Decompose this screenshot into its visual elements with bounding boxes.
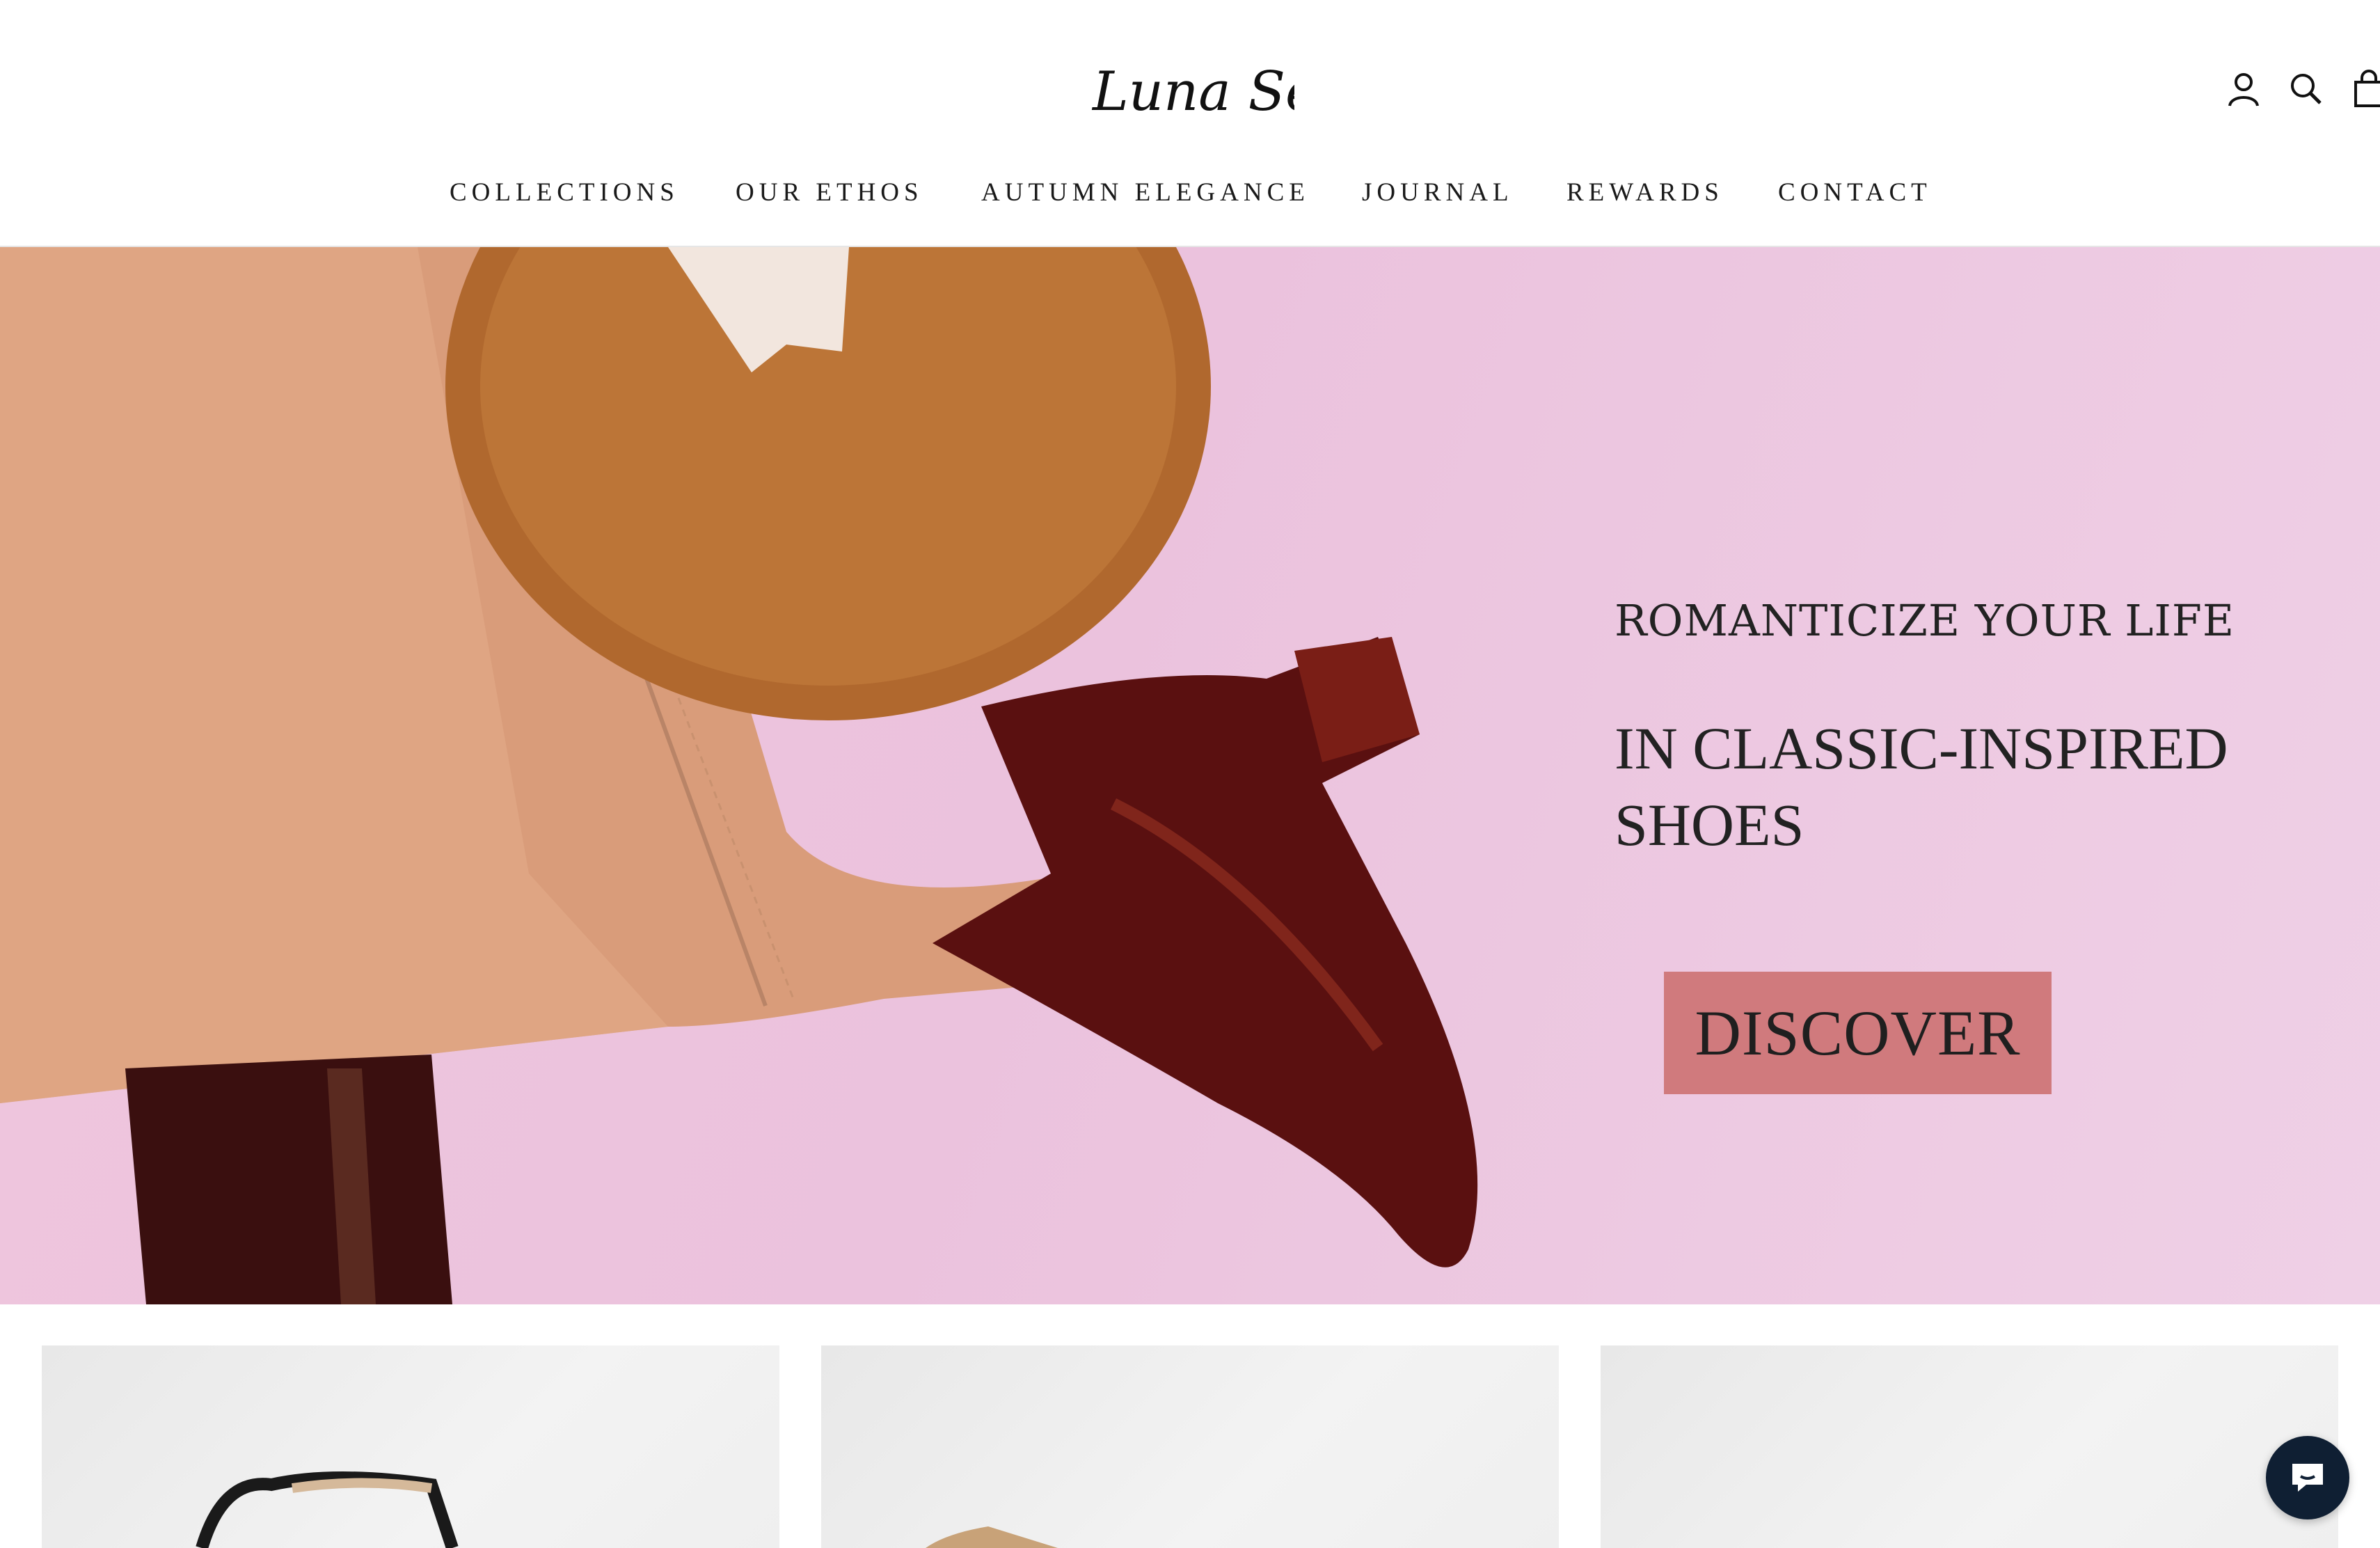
product-card-3[interactable] — [1601, 1345, 2338, 1548]
nav-item-contact[interactable]: CONTACT — [1778, 177, 1932, 207]
hero-subtitle: IN CLASSIC-INSPIRED SHOES — [1615, 715, 2228, 858]
account-icon[interactable] — [2224, 70, 2263, 109]
main-navigation: COLLECTIONS OUR ETHOS AUTUMN ELEGANCE JO… — [0, 177, 2380, 226]
search-icon[interactable] — [2287, 70, 2326, 109]
nav-item-our-ethos[interactable]: OUR ETHOS — [736, 177, 923, 207]
chat-bubble-icon — [2292, 1464, 2323, 1492]
site-header: Luna Selene COLLECTIONS OUR ETHOS AUTUMN… — [0, 0, 2380, 247]
chat-button[interactable] — [2266, 1436, 2349, 1519]
brand-logo[interactable]: Luna Selene — [1086, 40, 1434, 138]
hero-banner: ROMANTICIZE YOUR LIFE IN CLASSIC-INSPIRE… — [0, 247, 2380, 1304]
logo-text: Luna Selene — [1091, 61, 1294, 123]
nav-item-rewards[interactable]: REWARDS — [1566, 177, 1724, 207]
discover-button[interactable]: DISCOVER — [1664, 972, 2052, 1094]
product-card-2[interactable] — [821, 1345, 1559, 1548]
cart-icon[interactable] — [2349, 70, 2380, 109]
product-image-1 — [196, 1471, 459, 1548]
nav-item-collections[interactable]: COLLECTIONS — [450, 177, 679, 207]
product-image-2 — [926, 1526, 1058, 1548]
nav-item-journal[interactable]: JOURNAL — [1362, 177, 1514, 207]
product-card-1[interactable] — [42, 1345, 779, 1548]
hero-title: ROMANTICIZE YOUR LIFE — [1615, 595, 2235, 646]
nav-item-autumn-elegance[interactable]: AUTUMN ELEGANCE — [981, 177, 1310, 207]
